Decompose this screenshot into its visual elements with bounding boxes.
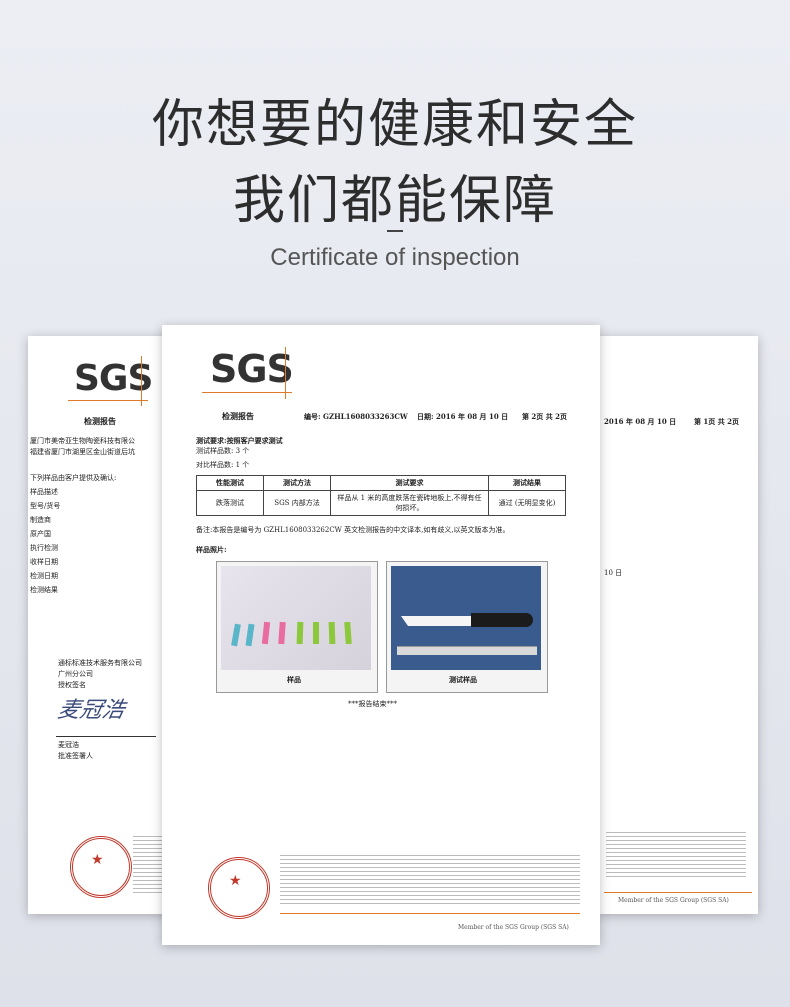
test-photo-frame: 测试样品 <box>386 561 548 693</box>
certificate-page-left: SGS 检测报告 厦门市美帝亚生物陶瓷科技有限公 福建省厦门市湖里区金山街道后坑… <box>28 336 178 914</box>
member-text: Member of the SGS Group (SGS SA) <box>618 897 729 904</box>
table-cell: 样品从 1 米的高度跌落在瓷砖地板上,不得有任何损坏。 <box>330 490 489 516</box>
photo2-caption: 测试样品 <box>449 675 477 684</box>
divider <box>387 230 403 232</box>
report-date: 日期: 2016 年 08 月 10 日 <box>417 412 509 421</box>
field-2: 型号/货号 <box>30 502 61 510</box>
headline-line1: 你想要的健康和安全 <box>151 95 638 155</box>
logo-rule <box>68 400 148 401</box>
report-title: 检测报告 <box>84 416 116 426</box>
knife-handle <box>471 613 533 627</box>
sgs-logo: SGS <box>210 347 294 391</box>
field-4: 原产国 <box>30 530 51 538</box>
fine-print <box>606 832 746 880</box>
field-3: 制造商 <box>30 516 51 524</box>
org-line-1: 通标标准技术服务有限公司 <box>58 659 142 667</box>
test-requirement: 测试要求:按照客户要求测试 <box>196 436 283 445</box>
ruler <box>397 646 537 655</box>
table-header-cell: 性能测试 <box>196 475 264 491</box>
org-line-2: 广州分公司 <box>58 670 93 678</box>
signer-name: 麦冠浩 <box>58 741 79 749</box>
org-line-3: 授权签名 <box>58 681 86 689</box>
table-header-cell: 测试要求 <box>330 475 489 491</box>
stamp-star-icon: ★ <box>229 873 242 889</box>
stamp-star-icon: ★ <box>91 852 104 868</box>
field-8: 检测结果 <box>30 586 58 594</box>
knife-blade <box>401 616 471 626</box>
signature-rule <box>56 736 156 737</box>
signer-role: 批准签署人 <box>58 752 93 760</box>
footer-rule <box>280 913 580 914</box>
table-cell: 通过 (无明显变化) <box>488 490 566 516</box>
company-line-2: 福建省厦门市湖里区金山街道后坑 <box>30 448 135 456</box>
logo-rule-vertical <box>285 347 286 399</box>
table-cell: 跌落测试 <box>196 490 264 516</box>
headline-line2: 我们都能保障 <box>232 171 557 231</box>
right-date: 2016 年 08 月 10 日 <box>604 417 677 426</box>
sample-photo <box>221 566 371 670</box>
field-5: 执行检测 <box>30 544 58 552</box>
subtitle: Certificate of inspection <box>270 244 520 271</box>
report-number: 编号: GZHL1608033263CW <box>304 412 408 421</box>
logo-rule-vertical <box>141 356 142 406</box>
photo1-caption: 样品 <box>287 675 301 684</box>
sample-photo-frame: 样品 <box>216 561 378 693</box>
page-number: 第 2页 共 2页 <box>522 412 568 421</box>
field-0: 下列样品由客户提供及确认: <box>30 474 117 482</box>
member-text: Member of the SGS Group (SGS SA) <box>458 924 569 931</box>
compare-count: 对比样品数: 1 个 <box>196 461 250 469</box>
certificate-page-right: 2016 年 08 月 10 日 第 1页 共 2页 10 日 Member o… <box>598 336 758 914</box>
table-header-cell: 测试结果 <box>488 475 566 491</box>
logo-rule <box>202 392 292 393</box>
certificate-page-main: SGS 检测报告 编号: GZHL1608033263CW 日期: 2016 年… <box>162 325 600 945</box>
table-row: 跌落测试 SGS 内部方法 样品从 1 米的高度跌落在瓷砖地板上,不得有任何损坏… <box>196 490 566 516</box>
fine-print <box>280 855 580 905</box>
photos-label: 样品照片: <box>196 545 227 554</box>
field-7: 检测日期 <box>30 572 58 580</box>
report-title: 检测报告 <box>222 411 254 421</box>
test-table: 性能测试 测试方法 测试要求 测试结果 跌落测试 SGS 内部方法 样品从 1 … <box>196 475 566 516</box>
test-photo <box>391 566 541 670</box>
field-6: 收样日期 <box>30 558 58 566</box>
right-date-short: 10 日 <box>604 569 623 577</box>
company-line-1: 厦门市美帝亚生物陶瓷科技有限公 <box>30 437 135 445</box>
table-cell: SGS 内部方法 <box>263 490 331 516</box>
right-page-no: 第 1页 共 2页 <box>694 417 740 426</box>
report-end: ***报告结束*** <box>348 700 397 708</box>
footer-rule <box>604 892 752 893</box>
table-header-row: 性能测试 测试方法 测试要求 测试结果 <box>196 475 566 491</box>
table-header-cell: 测试方法 <box>263 475 331 491</box>
field-1: 样品描述 <box>30 488 58 496</box>
sample-count: 测试样品数: 3 个 <box>196 447 250 455</box>
signature: 麦冠浩 <box>55 698 127 723</box>
note: 备注:本报告是编号为 GZHL1608033262CW 英文检测报告的中文译本,… <box>196 526 510 534</box>
